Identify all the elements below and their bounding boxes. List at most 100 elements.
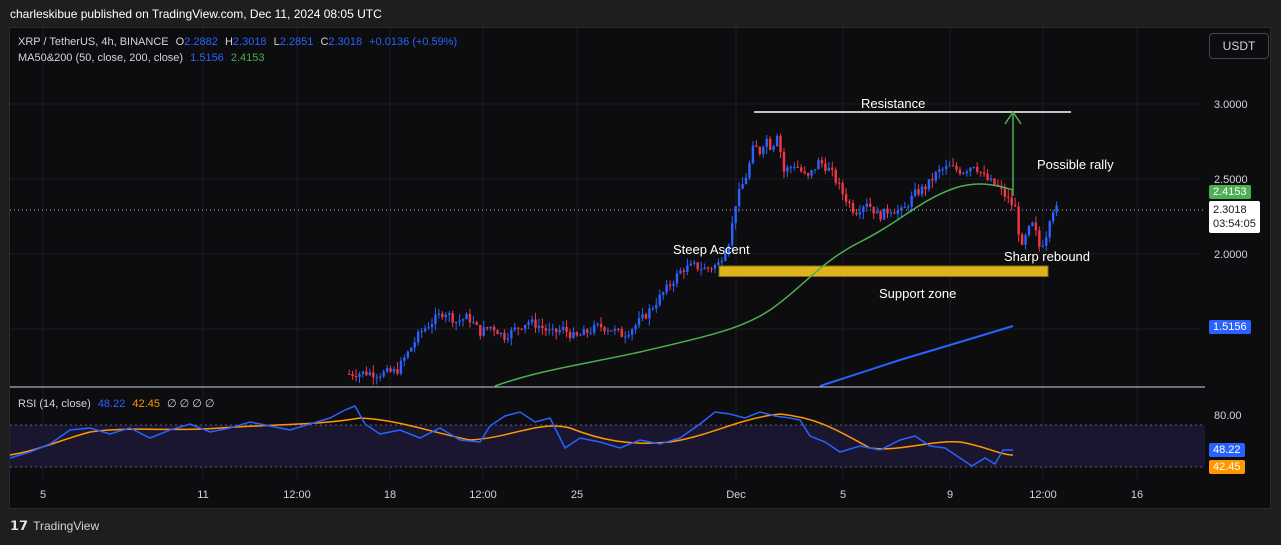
sharp-rebound-label: Sharp rebound xyxy=(1004,249,1091,264)
candle-body xyxy=(751,145,755,164)
candle-body xyxy=(492,326,496,331)
candle-body xyxy=(1017,206,1020,235)
candle-body xyxy=(689,263,692,266)
ma-label: MA50&200 (50, close, 200, close) xyxy=(18,52,184,64)
candle-body xyxy=(379,376,382,378)
candle-body xyxy=(796,166,799,168)
candle-body xyxy=(410,347,413,352)
candle-body xyxy=(879,211,882,220)
candle-body xyxy=(361,371,365,374)
candle-body xyxy=(485,327,489,329)
candle-body xyxy=(824,163,827,171)
candle-body xyxy=(672,283,675,286)
candle-body xyxy=(979,171,982,173)
candle-body xyxy=(506,338,510,340)
candle-body xyxy=(365,371,368,375)
candle-body xyxy=(886,208,889,214)
candle-body xyxy=(537,325,541,328)
candle-body xyxy=(472,322,475,324)
rsi-band xyxy=(10,425,1205,467)
candle-body xyxy=(668,284,672,286)
candle-body xyxy=(693,262,696,264)
candle-body xyxy=(627,334,630,337)
rsi-extras: ∅ ∅ ∅ ∅ xyxy=(167,398,215,410)
candle-body xyxy=(913,189,917,196)
candle-body xyxy=(423,328,427,332)
candle-body xyxy=(541,325,544,329)
candle-body xyxy=(948,165,951,167)
candle-body xyxy=(989,178,993,181)
candle-body xyxy=(641,314,644,319)
candle-body xyxy=(517,327,520,329)
rsi-tick-label: 80.00 xyxy=(1214,410,1242,422)
candle-body xyxy=(634,325,637,330)
candle-body xyxy=(741,184,744,189)
candle-body xyxy=(406,351,410,358)
rsi-label: RSI (14, close) xyxy=(18,398,91,410)
change-value: +0.0136 (+0.59%) xyxy=(369,36,458,48)
candle-body xyxy=(938,169,941,173)
ma200-price-tag: 2.4153 xyxy=(1209,185,1251,199)
candle-body xyxy=(523,324,527,330)
candle-body xyxy=(599,323,603,328)
candle-body xyxy=(589,332,592,334)
candle-body xyxy=(944,166,948,170)
candle-body xyxy=(510,329,513,339)
candle-body xyxy=(655,304,658,309)
candle-body xyxy=(758,147,762,154)
price-tick-label: 3.0000 xyxy=(1214,99,1248,111)
support-zone-label: Support zone xyxy=(879,286,957,301)
currency-button[interactable]: USDT xyxy=(1209,33,1269,59)
candle-body xyxy=(1031,222,1034,226)
rsi-ma-value-tag: 42.45 xyxy=(1209,460,1245,474)
candle-body xyxy=(596,323,599,325)
candle-body xyxy=(982,172,986,174)
rsi-legend: RSI (14, close) 48.22 42.45 ∅ ∅ ∅ ∅ xyxy=(18,397,219,410)
candle-body xyxy=(565,326,568,332)
candle-body xyxy=(810,170,813,176)
close-value: 2.3018 xyxy=(328,36,363,48)
candle-body xyxy=(1055,205,1058,213)
candle-body xyxy=(831,167,834,170)
ma50-line xyxy=(819,325,1014,387)
candle-body xyxy=(789,167,793,169)
candle-body xyxy=(744,177,748,185)
candle-body xyxy=(468,314,472,323)
candle-body xyxy=(893,212,896,214)
rsi-ma-value: 42.45 xyxy=(132,398,160,410)
candle-body xyxy=(555,328,558,333)
open-value: 2.2882 xyxy=(184,36,218,48)
footer-brand[interactable]: 𝟭𝟳 TradingView xyxy=(10,518,99,534)
candle-body xyxy=(720,260,724,263)
candle-body xyxy=(1003,188,1007,197)
footer-brand-label: TradingView xyxy=(33,519,100,533)
candle-body xyxy=(375,377,378,379)
candle-body xyxy=(434,314,437,324)
candle-body xyxy=(713,265,717,269)
candle-body xyxy=(385,368,389,372)
candle-body xyxy=(358,373,361,378)
candle-body xyxy=(465,314,468,320)
candle-body xyxy=(765,138,768,147)
candle-body xyxy=(651,308,655,310)
candle-body xyxy=(779,135,782,153)
candle-body xyxy=(658,294,661,305)
ma-legend: MA50&200 (50, close, 200, close) 1.5156 … xyxy=(18,52,269,64)
candle-body xyxy=(910,195,913,207)
high-label: H xyxy=(224,36,233,48)
candle-body xyxy=(420,331,423,333)
candle-body xyxy=(896,210,900,214)
candle-body xyxy=(951,165,955,167)
candle-body xyxy=(969,167,972,172)
candle-body xyxy=(872,206,875,214)
candle-body xyxy=(955,165,958,170)
candle-body xyxy=(699,269,703,271)
candle-body xyxy=(768,138,772,150)
candle-body xyxy=(1041,245,1045,247)
chart-canvas[interactable]: 3.00002.50002.000080.005 11 12:00 18 12:00 25… xyxy=(0,0,1281,545)
candle-body xyxy=(762,146,765,154)
candle-body xyxy=(986,173,989,181)
candle-body xyxy=(962,172,965,174)
candle-body xyxy=(475,322,479,325)
ma50-price-tag: 1.5156 xyxy=(1209,320,1251,334)
